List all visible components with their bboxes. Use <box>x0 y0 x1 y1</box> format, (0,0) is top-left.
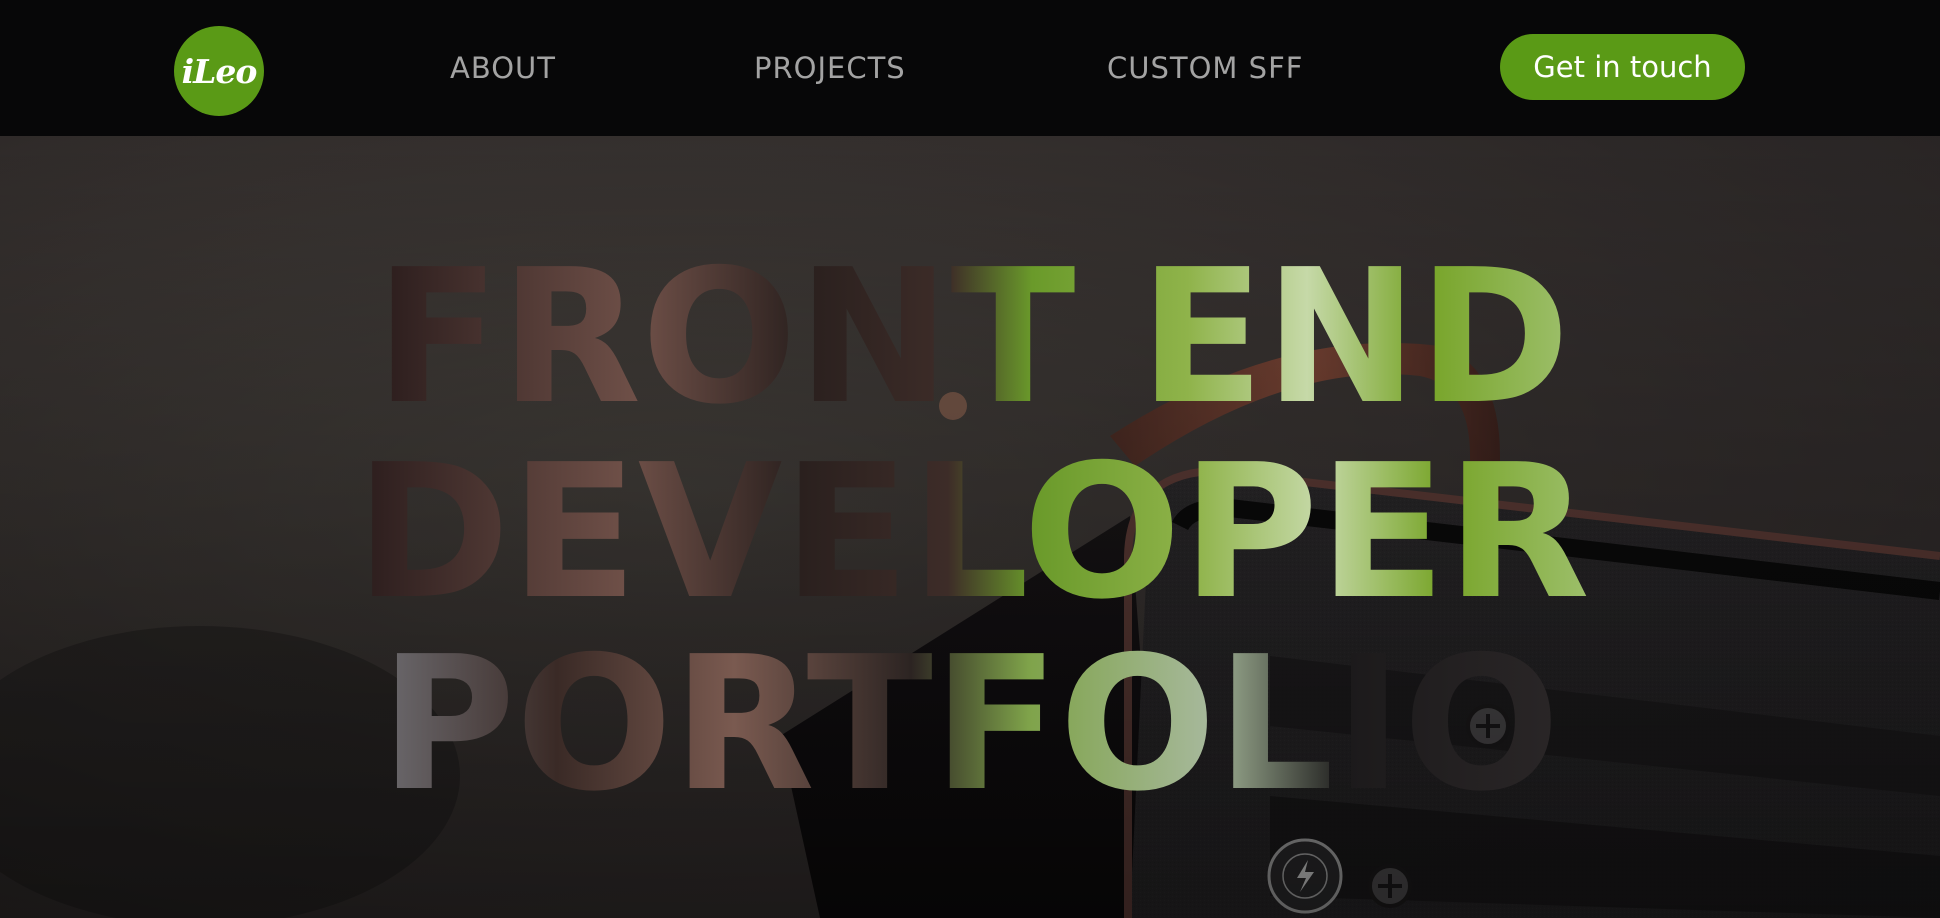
nav-link-projects[interactable]: PROJECTS <box>754 48 906 88</box>
page: iLeo ABOUT PROJECTS CUSTOM SFF Get in to… <box>0 0 1940 918</box>
get-in-touch-button[interactable]: Get in touch <box>1500 34 1745 100</box>
logo-text: iLeo <box>181 51 258 91</box>
nav-link-custom-sff[interactable]: CUSTOM SFF <box>1107 48 1303 88</box>
top-nav: iLeo ABOUT PROJECTS CUSTOM SFF Get in to… <box>0 0 1940 136</box>
logo-button[interactable]: iLeo <box>174 26 264 116</box>
hero-title: FRONT END DEVELOPER PORTFOLIO <box>355 229 1590 832</box>
hero-section: FRONT END DEVELOPER PORTFOLIO <box>0 136 1940 918</box>
hero-title-line-1: FRONT END <box>375 229 1570 445</box>
nav-link-about[interactable]: ABOUT <box>450 48 556 88</box>
hero-title-line-3: PORTFOLIO <box>380 616 1560 832</box>
hero-title-line-2: DEVELOPER <box>355 424 1590 640</box>
